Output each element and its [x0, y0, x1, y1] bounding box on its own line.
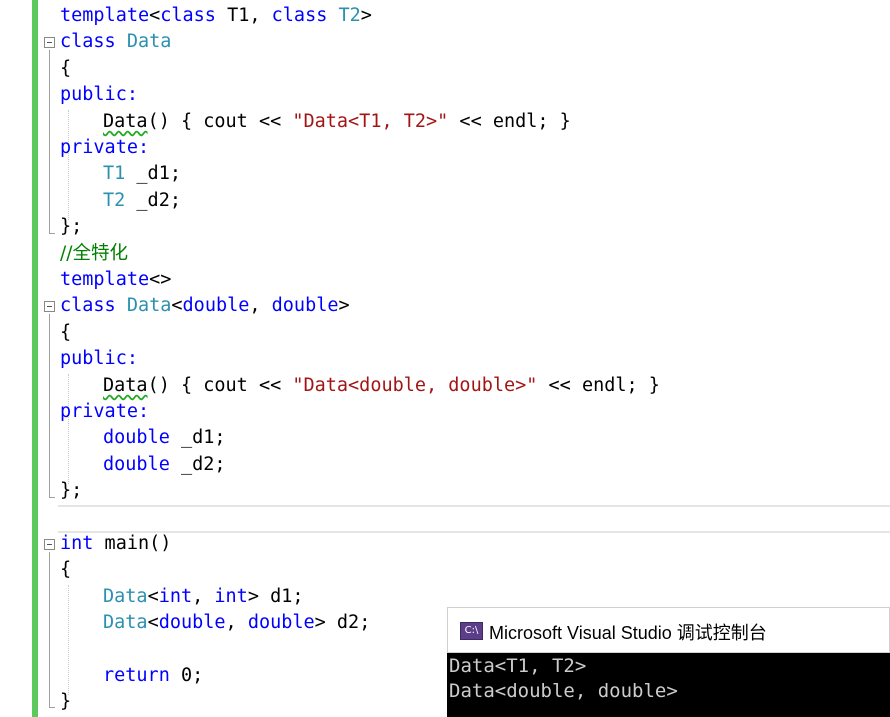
code-line: private: — [60, 401, 150, 422]
code-line: return 0; — [103, 665, 204, 686]
code-line: { — [60, 58, 72, 79]
code-line: class Data<double, double> — [60, 295, 350, 316]
code-line: }; — [60, 216, 83, 237]
code-line: } — [60, 691, 72, 712]
code-line: public: — [60, 348, 138, 369]
code-line: { — [60, 559, 72, 580]
fold-guide — [49, 552, 50, 707]
code-line: double _d1; — [103, 427, 226, 448]
code-line: private: — [60, 137, 150, 158]
indent-guide — [68, 585, 69, 695]
current-line-highlight — [58, 505, 890, 533]
code-line: template<class T1, class T2> — [60, 5, 372, 26]
code-line: { — [60, 322, 72, 343]
indent-guide — [68, 374, 69, 484]
console-app-icon: C:\ — [460, 622, 483, 640]
code-line: T2 _d2; — [103, 190, 181, 211]
code-line: }; — [60, 480, 83, 501]
fold-guide — [49, 50, 50, 233]
change-tracking-bar — [32, 0, 38, 717]
fold-guide-end — [49, 497, 55, 498]
console-output-line: Data<T1, T2> — [449, 655, 587, 677]
collapse-main-icon[interactable] — [44, 539, 55, 550]
code-line: T1 _d1; — [103, 163, 181, 184]
console-title-bar[interactable]: C:\ Microsoft Visual Studio 调试控制台 — [447, 607, 890, 653]
code-line: Data<double, double> d2; — [103, 612, 371, 633]
code-line: Data<int, int> d1; — [103, 586, 304, 607]
code-line: Data() { cout << "Data<T1, T2>" << endl;… — [103, 111, 571, 132]
code-line: class Data — [60, 31, 172, 52]
code-comment: //全特化 — [60, 243, 128, 264]
fold-guide-end — [49, 707, 55, 708]
code-line: template<> — [60, 269, 172, 290]
fold-guide — [49, 314, 50, 497]
code-line: int main() — [60, 533, 172, 554]
indent-guide — [68, 110, 69, 220]
debug-console-window[interactable]: C:\ Microsoft Visual Studio 调试控制台 Data<T… — [447, 607, 890, 717]
collapse-class-data-specialized-icon[interactable] — [44, 301, 55, 312]
console-output-line: Data<double, double> — [449, 680, 678, 702]
code-line: double _d2; — [103, 454, 226, 475]
fold-guide-end — [49, 233, 55, 234]
console-title: Microsoft Visual Studio 调试控制台 — [489, 623, 767, 643]
collapse-class-data-icon[interactable] — [44, 37, 55, 48]
code-line: Data() { cout << "Data<double, double>" … — [103, 375, 660, 396]
code-line: public: — [60, 84, 138, 105]
